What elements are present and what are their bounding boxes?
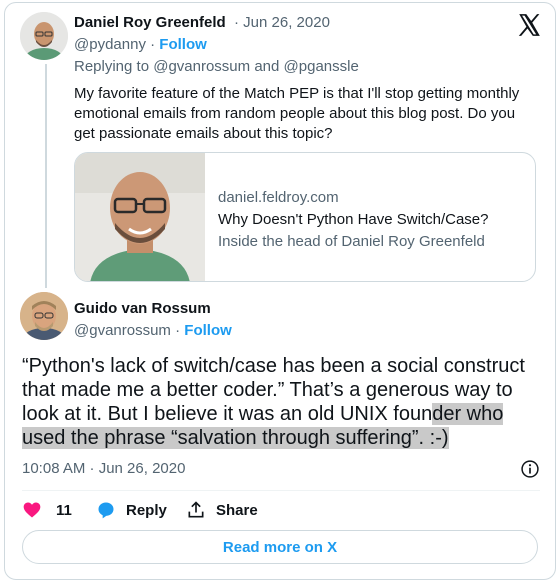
separator: · [234,14,239,31]
main-tweet-timestamp[interactable]: 10:08 AM · Jun 26, 2020 [22,460,185,477]
avatar-guido[interactable] [20,292,68,340]
reply-bubble-icon [98,502,114,519]
divider [22,490,540,491]
main-tweet-text: “Python's lack of switch/case has been a… [22,354,542,450]
follow-button-daniel[interactable]: Follow [159,36,207,53]
info-icon[interactable] [520,459,540,479]
replying-to-and: and [254,58,280,75]
link-domain: daniel.feldroy.com [218,189,339,206]
read-more-button[interactable]: Read more on X [22,530,538,564]
link-thumbnail-image [75,153,205,281]
link-title: Why Doesn't Python Have Switch/Case? [218,211,489,228]
separator: · [150,36,156,53]
reply-author-name[interactable]: Daniel Roy Greenfeld [74,14,226,31]
thread-line [45,64,47,288]
heart-icon [23,502,41,518]
like-count: 11 [56,501,72,519]
main-handle[interactable]: @gvanrossum [74,322,171,339]
share-button[interactable]: Share [186,500,258,520]
share-label: Share [216,501,258,519]
link-preview-card[interactable]: daniel.feldroy.com Why Doesn't Python Ha… [74,152,536,282]
avatar-daniel[interactable] [20,12,68,60]
follow-button-guido[interactable]: Follow [184,322,232,339]
separator: · [175,322,181,339]
replying-to-link-1[interactable]: @gvanrossum [153,58,250,75]
share-icon [188,501,204,518]
like-button[interactable]: 11 [22,500,72,520]
x-logo-icon[interactable] [516,12,542,38]
reply-tweet-text: My favorite feature of the Match PEP is … [74,85,520,142]
reply-button[interactable]: Reply [96,500,167,520]
replying-to-link-2[interactable]: @pganssle [284,58,359,75]
reply-label: Reply [126,501,167,519]
replying-to-prefix: Replying to [74,58,150,75]
reply-date[interactable]: Jun 26, 2020 [243,14,330,31]
reply-handle[interactable]: @pydanny [74,36,146,53]
main-author-name[interactable]: Guido van Rossum [74,300,211,317]
link-description: Inside the head of Daniel Roy Greenfeld [218,233,485,250]
